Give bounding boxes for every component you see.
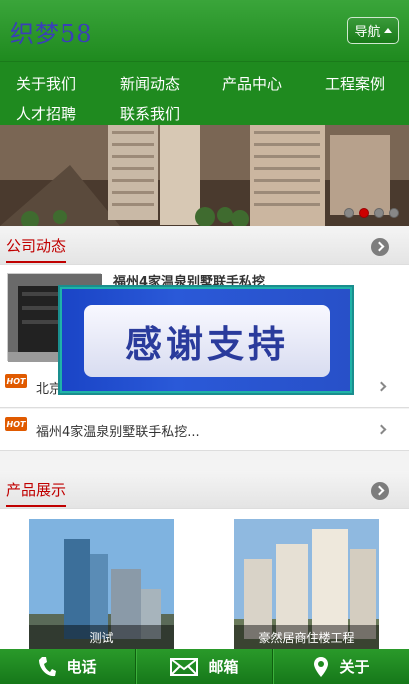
menu-item-news[interactable]: 新闻动态 — [120, 73, 180, 94]
product-card[interactable]: 测试 — [29, 519, 174, 649]
products-section-title[interactable]: 产品展示 — [6, 479, 67, 507]
hot-badge-icon: HOT — [5, 374, 27, 388]
mail-button[interactable]: 邮箱 — [136, 649, 273, 684]
news-list-item[interactable]: HOT 福州4家温泉别墅联手私挖... — [0, 409, 409, 451]
phone-button[interactable]: 电话 — [0, 649, 136, 684]
products-grid: 测试 豪然居商住楼工程 — [0, 509, 409, 649]
chevron-right-icon — [376, 424, 387, 435]
bottom-toolbar: 电话 邮箱 关于 — [0, 649, 409, 684]
header: 织梦58 导航 — [0, 0, 409, 62]
banner-slider[interactable] — [0, 125, 409, 226]
thanks-popup-text: 感谢支持 — [125, 323, 289, 366]
slide-dot[interactable] — [374, 208, 384, 218]
nav-label: 导航 — [354, 25, 381, 40]
news-item-title: 福州4家温泉别墅联手私挖... — [36, 425, 200, 440]
slide-dot-active[interactable] — [359, 208, 369, 218]
menu-item-products[interactable]: 产品中心 — [222, 73, 282, 94]
products-section-header: 产品展示 — [0, 471, 409, 509]
hot-badge-icon: HOT — [5, 417, 27, 431]
product-caption: 豪然居商住楼工程 — [234, 625, 379, 649]
nav-menu: 关于我们 新闻动态 产品中心 工程案例 人才招聘 联系我们 — [0, 62, 409, 125]
slide-dot[interactable] — [344, 208, 354, 218]
site-logo[interactable]: 织梦58 — [10, 14, 93, 49]
product-card[interactable]: 豪然居商住楼工程 — [234, 519, 379, 649]
slide-dot[interactable] — [389, 208, 399, 218]
news-section-header: 公司动态 — [0, 227, 409, 265]
about-label: 关于 — [339, 658, 370, 676]
more-arrow-icon[interactable] — [371, 482, 389, 500]
phone-icon — [39, 656, 57, 676]
thanks-popup-inner: 感谢支持 — [84, 305, 330, 377]
more-arrow-icon[interactable] — [371, 238, 389, 256]
triangle-up-icon — [383, 28, 392, 33]
mail-icon — [170, 657, 199, 676]
menu-item-cases[interactable]: 工程案例 — [325, 73, 385, 94]
about-button[interactable]: 关于 — [273, 649, 409, 684]
news-section-title[interactable]: 公司动态 — [6, 235, 67, 263]
slide-indicator — [344, 208, 399, 218]
location-pin-icon — [314, 656, 329, 677]
product-caption: 测试 — [29, 625, 174, 649]
thanks-popup[interactable]: 感谢支持 — [58, 285, 354, 395]
chevron-right-icon — [376, 381, 387, 392]
menu-item-about[interactable]: 关于我们 — [16, 73, 76, 94]
mail-label: 邮箱 — [208, 658, 239, 676]
menu-item-contact[interactable]: 联系我们 — [120, 103, 180, 124]
phone-label: 电话 — [66, 658, 97, 676]
nav-toggle-button[interactable]: 导航 — [347, 17, 399, 44]
menu-item-jobs[interactable]: 人才招聘 — [16, 103, 76, 124]
